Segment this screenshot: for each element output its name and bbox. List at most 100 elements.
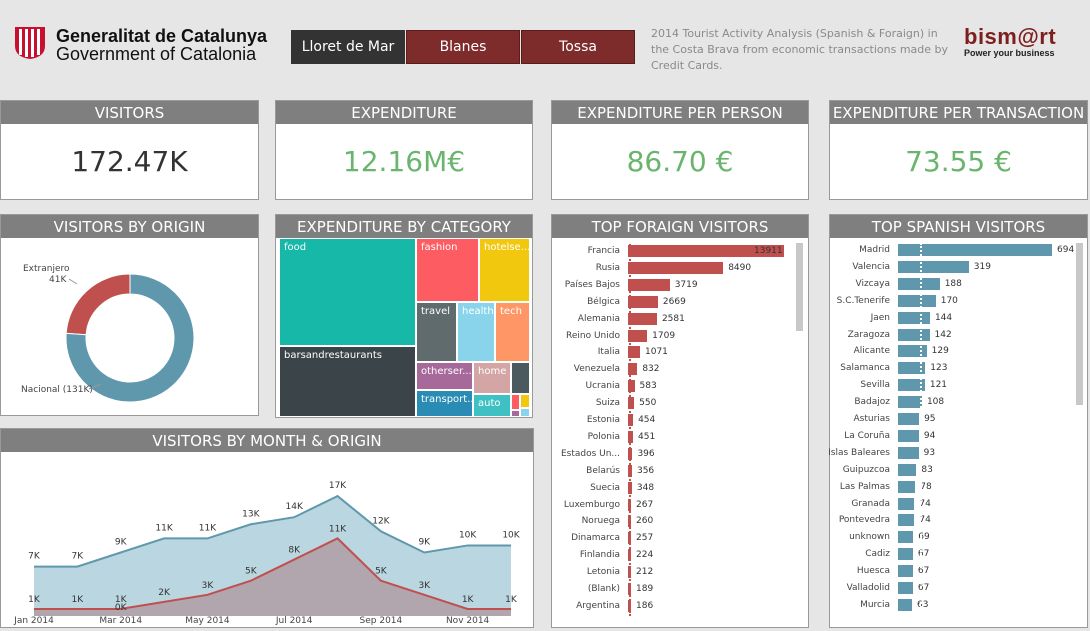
total-data-label: 11K [199, 523, 217, 533]
brand-name: bism@rt [964, 24, 1057, 49]
treemap-misc-blue[interactable] [520, 408, 530, 417]
treemap-travel[interactable]: travel [416, 302, 457, 362]
bar-label: Finlandia [579, 550, 620, 561]
bar-label: Alemania [577, 313, 620, 324]
bar[interactable] [628, 295, 658, 308]
treemap-health[interactable]: health [457, 302, 495, 362]
treemap-misc-dark[interactable] [511, 362, 530, 394]
bar[interactable] [898, 345, 927, 358]
zero-data-label: 0K [115, 603, 128, 613]
bar[interactable] [898, 565, 913, 578]
bar-value: 267 [636, 499, 654, 510]
bar-value: 212 [636, 567, 654, 578]
bar[interactable] [898, 531, 914, 544]
monthly-area-chart: 7K 7K 9K 11K 11K 13K 14K 17K 12K 9K 10K 10K 1K 1K 1K 2K… [13, 481, 521, 626]
bar-value: 356 [636, 465, 655, 476]
bar[interactable] [898, 260, 969, 273]
category-card: EXPENDITURE BY CATEGORY food barsandrest… [275, 214, 533, 418]
bar[interactable] [898, 446, 919, 459]
bar[interactable] [898, 413, 920, 425]
bar[interactable] [898, 294, 936, 307]
treemap-misc-yellow[interactable] [520, 394, 530, 408]
bar-label: Guipuzcoa [842, 464, 890, 475]
bar[interactable] [628, 278, 670, 291]
bar[interactable] [898, 582, 913, 594]
bar[interactable] [898, 277, 940, 290]
x-tick-label: Jul 2014 [275, 616, 313, 626]
bar-value: 396 [637, 448, 655, 459]
treemap-hotels[interactable]: hotelse... [479, 238, 530, 302]
kpi-per-transaction-title: EXPENDITURE PER TRANSACTION [830, 101, 1087, 124]
bar[interactable] [628, 261, 724, 274]
treemap-transport[interactable]: transport... [416, 390, 473, 417]
bar-value: 260 [636, 516, 654, 527]
treemap-misc-red[interactable] [511, 394, 520, 410]
foreign-data-label: 5K [245, 567, 258, 577]
bar[interactable] [898, 548, 913, 561]
foreign-data-label: 2K [158, 588, 171, 598]
bar[interactable] [898, 514, 915, 527]
tab-tossa[interactable]: Tossa [521, 30, 635, 64]
nacional-label: Nacional (131K) [21, 385, 93, 395]
bar[interactable] [898, 497, 915, 510]
bar-label: Rusia [595, 262, 620, 273]
report-subtitle: 2014 Tourist Activity Analysis (Spanish … [651, 27, 949, 72]
treemap-food[interactable]: food [279, 238, 416, 346]
bar-value: 319 [973, 261, 991, 272]
bar[interactable] [898, 328, 930, 341]
monthly-card: VISITORS BY MONTH & ORIGIN 7K 7K 9K 11K 11K 1… [0, 428, 534, 628]
treemap-bars[interactable]: barsandrestaurants [279, 346, 416, 417]
bar-label: Las Palmas [839, 481, 890, 492]
treemap-auto[interactable]: auto [473, 394, 511, 417]
foreign-data-label: 11K [329, 524, 347, 534]
treemap-tech[interactable]: tech [495, 302, 530, 362]
bar[interactable] [898, 311, 930, 324]
bar-value: 2581 [661, 313, 685, 324]
foreign-scrollbar[interactable] [796, 243, 803, 331]
foreign-title: TOP FORAIGN VISITORS [552, 215, 808, 238]
foreign-data-label: 3K [202, 581, 215, 591]
total-data-label: 13K [242, 509, 260, 519]
bar-axis-line [920, 243, 922, 615]
bar[interactable] [628, 312, 657, 325]
treemap-fashion[interactable]: fashion [416, 238, 479, 302]
bar[interactable] [898, 598, 912, 611]
tab-lloret[interactable]: Lloret de Mar [291, 30, 405, 64]
total-data-label: 7K [28, 552, 41, 562]
bar[interactable] [898, 429, 919, 442]
bar-label: La Coruña [844, 430, 890, 441]
bar-label: Italia [597, 347, 620, 358]
total-data-label: 10K [459, 530, 477, 540]
x-tick-label: Nov 2014 [446, 616, 490, 626]
catalonia-emblem-icon [15, 27, 45, 59]
bar-value: 2669 [662, 296, 686, 307]
bar-label: Murcia [860, 599, 890, 610]
treemap-misc-purple[interactable] [511, 410, 520, 417]
origin-title: VISITORS BY ORIGIN [1, 215, 258, 238]
bar-label: Francia [587, 246, 620, 256]
bar-label: Islas Baleares [828, 447, 890, 458]
treemap-other[interactable]: otherser... [416, 362, 473, 390]
bar-value: 83 [921, 464, 933, 475]
monthly-title: VISITORS BY MONTH & ORIGIN [1, 429, 533, 452]
category-title: EXPENDITURE BY CATEGORY [276, 215, 532, 238]
bar[interactable] [898, 480, 916, 493]
kpi-expenditure-title: EXPENDITURE [276, 101, 532, 124]
extranjero-label: Extranjero [23, 264, 70, 274]
bar[interactable] [898, 396, 922, 409]
spanish-scrollbar[interactable] [1076, 243, 1083, 405]
bar-value: 224 [636, 550, 654, 561]
bar-value: 95 [924, 414, 936, 424]
kpi-visitors-title: VISITORS [1, 101, 258, 124]
x-tick-label: Jan 2014 [13, 616, 54, 626]
brand-tagline: Power your business [964, 48, 1055, 58]
bar-label: Estonia [586, 415, 620, 425]
bar-label: unknown [849, 532, 890, 543]
treemap-home[interactable]: home [473, 362, 511, 394]
bar-label: Alicante [853, 346, 890, 357]
bar-value: 348 [636, 482, 655, 493]
bar[interactable] [898, 463, 917, 476]
tab-blanes[interactable]: Blanes [406, 30, 520, 64]
kpi-expenditure-card: EXPENDITURE 12.16M€ [275, 100, 533, 200]
bar-label: Valladolid [846, 583, 890, 593]
